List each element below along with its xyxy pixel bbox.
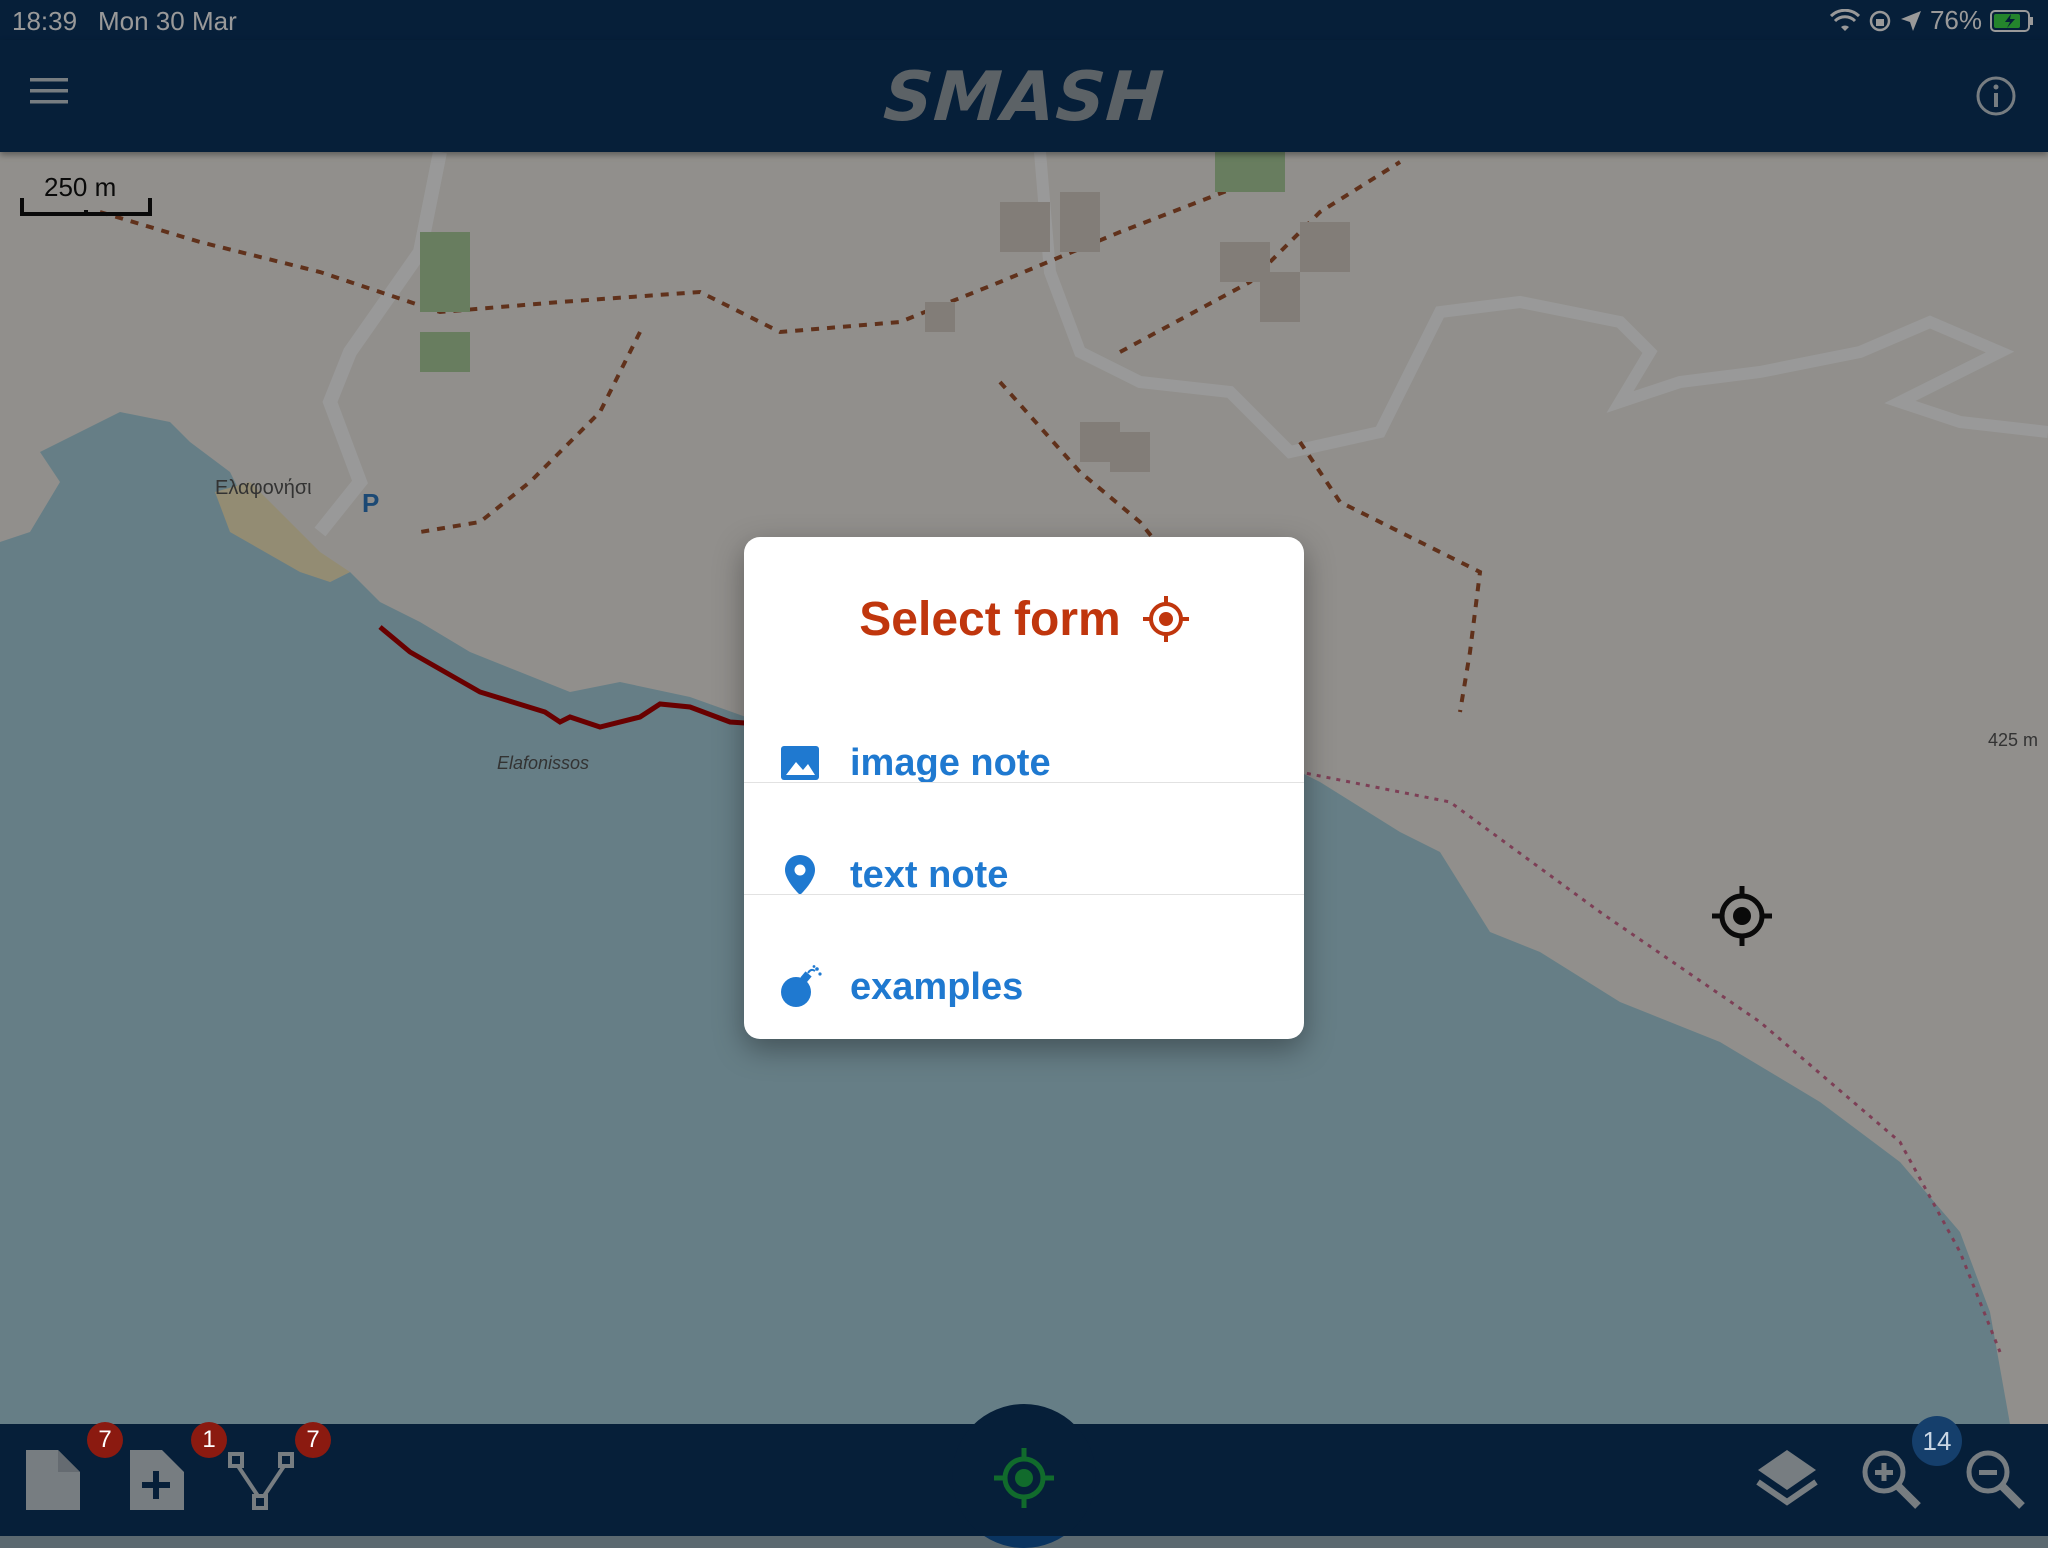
building [1110, 432, 1150, 472]
wifi-icon [1829, 8, 1860, 31]
dialog-title-text: Select form [859, 592, 1121, 646]
building [1000, 202, 1050, 252]
status-time: 18:39 [12, 6, 78, 36]
parking-label: P [362, 488, 379, 518]
battery-icon [1990, 9, 2033, 32]
current-position-marker [1712, 886, 1772, 946]
add-file-icon [130, 1450, 184, 1510]
map-pin-icon [785, 855, 815, 895]
form-item-label: text note [850, 853, 1009, 896]
place-label-elafonisi: Ελαφονήσι [215, 477, 312, 499]
location-arrow-icon [1900, 10, 1921, 31]
zoom-out-icon [1966, 1450, 2025, 1509]
file-icon [26, 1450, 80, 1510]
building [925, 302, 955, 332]
battery-percent: 76% [1929, 5, 1982, 35]
select-form-dialog: Select form image note text note example… [744, 537, 1304, 1039]
park [420, 332, 470, 372]
building [1060, 192, 1100, 252]
dialog-title: Select form [744, 589, 1304, 647]
logs-count-badge: 7 [295, 1422, 331, 1458]
gps-center-button[interactable] [952, 1404, 1096, 1548]
place-label-elevation: 425 m [1988, 730, 2038, 750]
zoom-level-badge: 14 [1912, 1416, 1962, 1466]
form-item-label: image note [850, 741, 1051, 784]
image-icon [781, 746, 819, 780]
notes-count-badge: 7 [87, 1422, 123, 1458]
form-item-label: examples [850, 965, 1024, 1008]
form-item-examples[interactable]: examples [744, 932, 1304, 1042]
add-note-count-badge: 1 [191, 1422, 227, 1458]
divider [744, 782, 1304, 783]
scale-bar-ruler [20, 198, 152, 216]
layers-button[interactable] [1752, 1444, 1822, 1516]
park [1215, 152, 1285, 192]
building [1260, 272, 1300, 322]
app-title: SMASH [881, 58, 1167, 137]
place-label-elafonissos: Elafonissos [497, 753, 589, 773]
form-item-text-note[interactable]: text note [744, 820, 1304, 930]
app-bar: SMASH [0, 40, 2048, 152]
info-icon [1976, 76, 2016, 116]
status-bar: 18:39 Mon 30 Mar 76% [0, 0, 2048, 40]
gps-fixed-icon [994, 1448, 1054, 1508]
building [1300, 222, 1350, 272]
status-right: 76% [1829, 5, 2034, 36]
info-button[interactable] [1974, 74, 2018, 118]
notes-button[interactable] [20, 1444, 90, 1516]
status-date: Mon 30 Mar [98, 6, 237, 36]
divider [744, 894, 1304, 895]
add-note-button[interactable] [124, 1444, 194, 1516]
park [420, 232, 470, 312]
vector-path-icon [228, 1452, 294, 1510]
form-item-image-note[interactable]: image note [744, 708, 1304, 818]
rotation-lock-icon [1869, 10, 1891, 31]
zoom-out-button[interactable] [1960, 1444, 2030, 1516]
layers-icon [1756, 1450, 1818, 1506]
bomb-icon [781, 965, 822, 1007]
gps-log-button[interactable] [226, 1444, 296, 1516]
gps-target-icon [1142, 596, 1189, 643]
